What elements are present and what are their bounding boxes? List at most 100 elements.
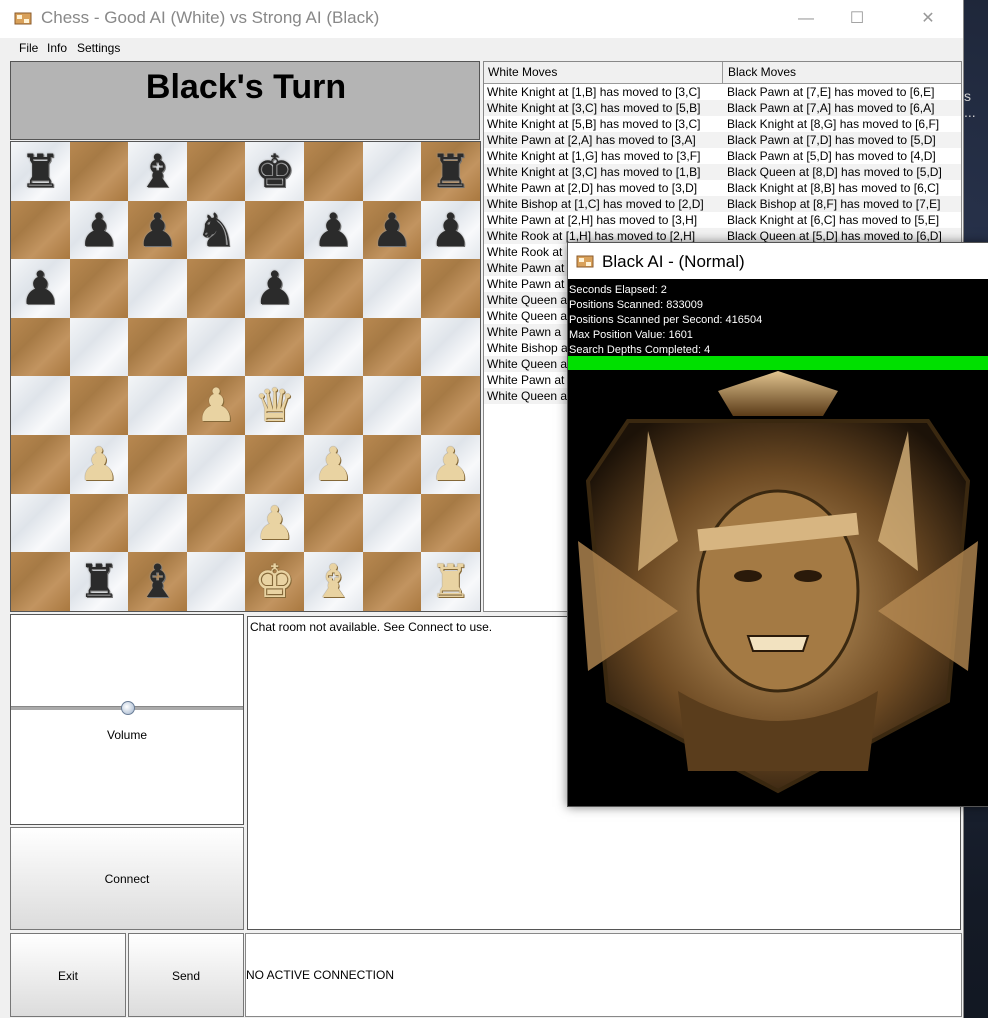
board-square[interactable]	[69, 376, 129, 435]
board-square[interactable]	[245, 434, 304, 494]
board-square[interactable]	[362, 317, 422, 377]
board-square[interactable]	[128, 259, 187, 318]
black-rook-icon[interactable]: ♜	[70, 552, 129, 611]
connect-button[interactable]: Connect	[10, 827, 244, 930]
board-square[interactable]: ♚	[245, 552, 304, 611]
board-square[interactable]	[303, 317, 363, 377]
board-square[interactable]	[362, 493, 422, 553]
table-row[interactable]: White Knight at [3,C] has moved to [5,B]…	[484, 100, 961, 116]
maximize-button[interactable]: ☐	[834, 0, 880, 38]
white-pawn-icon[interactable]: ♟	[304, 435, 363, 494]
board-square[interactable]	[421, 376, 480, 435]
board-square[interactable]	[186, 317, 246, 377]
board-square[interactable]	[128, 493, 187, 553]
board-square[interactable]	[245, 200, 304, 260]
white-pawn-icon[interactable]: ♟	[421, 435, 480, 494]
board-square[interactable]: ♟	[69, 434, 129, 494]
board-square[interactable]	[69, 142, 129, 201]
board-square[interactable]	[11, 434, 70, 494]
exit-button[interactable]: Exit	[10, 933, 126, 1017]
board-square[interactable]	[186, 142, 246, 201]
board-square[interactable]	[11, 376, 70, 435]
board-square[interactable]: ♟	[186, 376, 246, 435]
white-pawn-icon[interactable]: ♟	[245, 494, 304, 553]
black-pawn-icon[interactable]: ♟	[245, 259, 304, 318]
board-square[interactable]	[421, 493, 480, 553]
board-square[interactable]	[69, 317, 129, 377]
board-square[interactable]	[69, 259, 129, 318]
board-square[interactable]	[128, 317, 187, 377]
board-square[interactable]	[362, 142, 422, 201]
board-square[interactable]: ♟	[362, 200, 422, 260]
table-row[interactable]: White Knight at [3,C] has moved to [1,B]…	[484, 164, 961, 180]
black-pawn-icon[interactable]: ♟	[421, 201, 480, 260]
board-square[interactable]: ♟	[245, 493, 304, 553]
menu-info[interactable]: Info	[47, 41, 67, 55]
table-row[interactable]: White Knight at [5,B] has moved to [3,C]…	[484, 116, 961, 132]
board-square[interactable]: ♝	[128, 142, 187, 201]
black-bishop-icon[interactable]: ♝	[128, 142, 187, 201]
black-pawn-icon[interactable]: ♟	[304, 201, 363, 260]
black-rook-icon[interactable]: ♜	[421, 142, 480, 201]
board-square[interactable]	[362, 376, 422, 435]
board-square[interactable]	[362, 434, 422, 494]
black-pawn-icon[interactable]: ♟	[70, 201, 129, 260]
board-square[interactable]: ♟	[303, 434, 363, 494]
board-square[interactable]	[11, 200, 70, 260]
white-rook-icon[interactable]: ♜	[421, 552, 480, 611]
board-square[interactable]	[421, 259, 480, 318]
menu-settings[interactable]: Settings	[77, 41, 120, 55]
table-row[interactable]: White Knight at [1,B] has moved to [3,C]…	[484, 84, 961, 100]
board-square[interactable]	[303, 259, 363, 318]
board-square[interactable]	[303, 376, 363, 435]
black-rook-icon[interactable]: ♜	[11, 142, 70, 201]
minimize-button[interactable]: —	[783, 0, 829, 38]
table-row[interactable]: White Pawn at [2,H] has moved to [3,H] Bl…	[484, 212, 961, 228]
board-square[interactable]: ♟	[11, 259, 70, 318]
black-moves-header[interactable]: Black Moves	[728, 65, 796, 79]
ai-title-bar[interactable]: Black AI - (Normal)	[568, 243, 988, 279]
board-square[interactable]: ♜	[69, 552, 129, 611]
black-bishop-icon[interactable]: ♝	[128, 552, 187, 611]
board-square[interactable]	[128, 376, 187, 435]
board-square[interactable]: ♜	[421, 142, 480, 201]
board-square[interactable]	[69, 493, 129, 553]
black-knight-icon[interactable]: ♞	[187, 201, 246, 260]
white-king-icon[interactable]: ♚	[245, 552, 304, 611]
board-square[interactable]	[186, 552, 246, 611]
board-square[interactable]	[11, 552, 70, 611]
white-pawn-icon[interactable]: ♟	[187, 376, 246, 435]
board-square[interactable]	[11, 493, 70, 553]
white-queen-icon[interactable]: ♛	[245, 376, 304, 435]
board-square[interactable]: ♟	[245, 259, 304, 318]
black-pawn-icon[interactable]: ♟	[11, 259, 70, 318]
table-row[interactable]: White Pawn at [2,A] has moved to [3,A] Bl…	[484, 132, 961, 148]
board-square[interactable]: ♟	[421, 200, 480, 260]
column-separator[interactable]	[722, 62, 723, 83]
board-square[interactable]: ♟	[69, 200, 129, 260]
board-square[interactable]	[245, 317, 304, 377]
table-row[interactable]: White Knight at [1,G] has moved to [3,F]…	[484, 148, 961, 164]
board-square[interactable]	[303, 142, 363, 201]
board-square[interactable]: ♝	[128, 552, 187, 611]
white-bishop-icon[interactable]: ♝	[304, 552, 363, 611]
white-moves-header[interactable]: White Moves	[488, 65, 557, 79]
table-row[interactable]: White Bishop at [1,C] has moved to [2,D]…	[484, 196, 961, 212]
board-square[interactable]: ♞	[186, 200, 246, 260]
black-king-icon[interactable]: ♚	[245, 142, 304, 201]
board-square[interactable]	[362, 259, 422, 318]
board-square[interactable]	[303, 493, 363, 553]
board-square[interactable]	[186, 493, 246, 553]
board-square[interactable]: ♟	[128, 200, 187, 260]
board-square[interactable]: ♛	[245, 376, 304, 435]
black-pawn-icon[interactable]: ♟	[128, 201, 187, 260]
board-square[interactable]	[186, 434, 246, 494]
board-square[interactable]	[186, 259, 246, 318]
black-pawn-icon[interactable]: ♟	[363, 201, 422, 260]
board-square[interactable]: ♟	[303, 200, 363, 260]
board-square[interactable]	[11, 317, 70, 377]
close-button[interactable]: ✕	[905, 0, 951, 38]
board-square[interactable]: ♚	[245, 142, 304, 201]
white-pawn-icon[interactable]: ♟	[70, 435, 129, 494]
board-square[interactable]: ♜	[11, 142, 70, 201]
